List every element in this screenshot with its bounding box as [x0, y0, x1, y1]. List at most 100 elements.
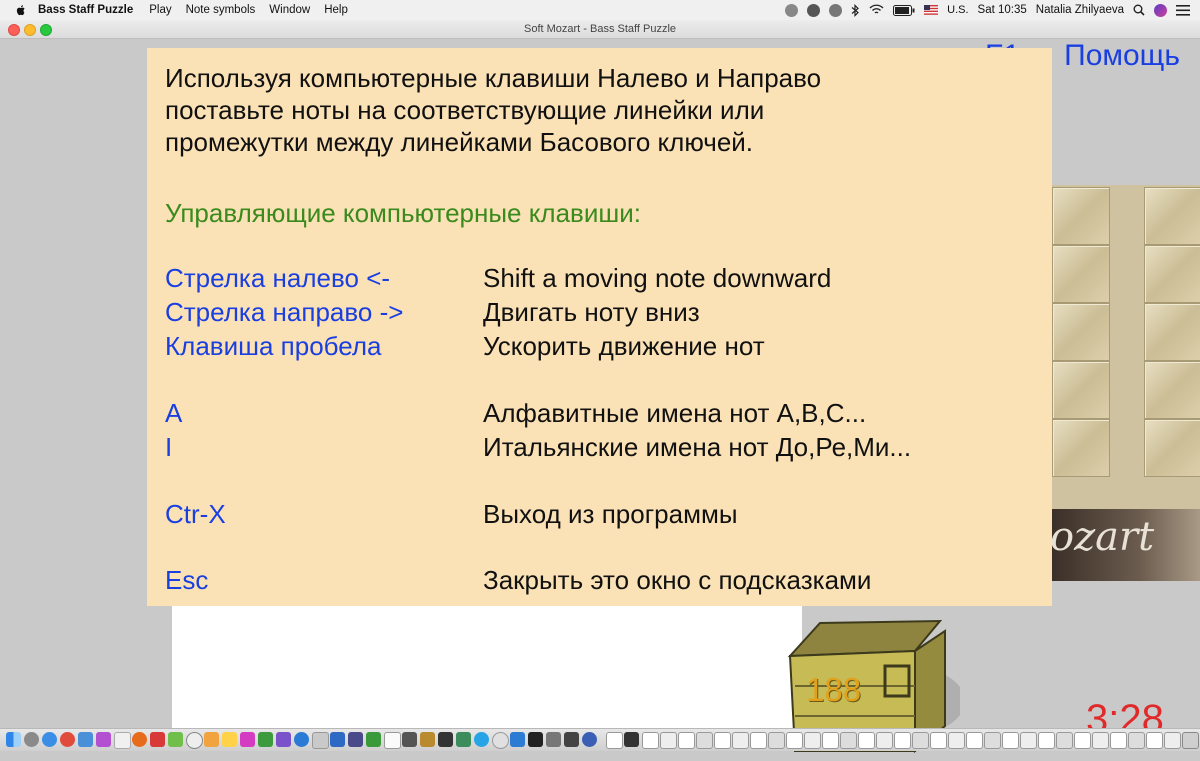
checkmark-icon[interactable]	[807, 3, 821, 17]
document-icon[interactable]	[1110, 732, 1127, 749]
document-icon[interactable]	[804, 732, 821, 749]
search-icon[interactable]	[1133, 4, 1145, 16]
terminal-icon[interactable]	[528, 732, 543, 747]
app-icon[interactable]	[204, 732, 219, 747]
chrome-icon[interactable]	[60, 732, 75, 747]
puzzle-tile[interactable]	[1144, 361, 1200, 419]
document-icon[interactable]	[1074, 732, 1091, 749]
launchpad-icon[interactable]	[24, 732, 39, 747]
document-icon[interactable]	[786, 732, 803, 749]
document-icon[interactable]	[660, 732, 677, 749]
document-icon[interactable]	[876, 732, 893, 749]
mail-icon[interactable]	[78, 732, 93, 747]
close-window-button[interactable]	[8, 24, 20, 36]
clock[interactable]: Sat 10:35	[978, 4, 1027, 16]
app-icon[interactable]	[438, 732, 453, 747]
document-icon[interactable]	[822, 732, 839, 749]
safari-icon[interactable]	[42, 732, 57, 747]
app-icon[interactable]	[384, 732, 401, 749]
app-icon[interactable]	[276, 732, 291, 747]
document-icon[interactable]	[1056, 732, 1073, 749]
us-flag-icon[interactable]	[924, 5, 939, 15]
notification-center-icon[interactable]	[1176, 4, 1190, 16]
app-icon[interactable]	[582, 732, 597, 747]
document-icon[interactable]	[606, 732, 623, 749]
menu-play[interactable]: Play	[149, 4, 171, 16]
document-icon[interactable]	[966, 732, 983, 749]
app-icon[interactable]	[420, 732, 435, 747]
document-icon[interactable]	[858, 732, 875, 749]
document-icon[interactable]	[732, 732, 749, 749]
menu-note-symbols[interactable]: Note symbols	[186, 4, 256, 16]
document-icon[interactable]	[1164, 732, 1181, 749]
app-icon[interactable]	[474, 732, 489, 747]
document-icon[interactable]	[930, 732, 947, 749]
document-icon[interactable]	[1092, 732, 1109, 749]
puzzle-tile[interactable]	[1144, 187, 1200, 245]
time-machine-icon[interactable]	[829, 3, 843, 17]
wifi-icon[interactable]	[869, 4, 884, 16]
help-link[interactable]: Помощь	[1064, 39, 1180, 73]
minimize-window-button[interactable]	[24, 24, 36, 36]
puzzle-tile[interactable]	[1052, 419, 1110, 477]
apple-icon[interactable]	[14, 3, 28, 17]
puzzle-tile[interactable]	[1144, 245, 1200, 303]
logo-text: ozart	[1050, 514, 1155, 560]
document-icon[interactable]	[912, 732, 929, 749]
document-icon[interactable]	[840, 732, 857, 749]
puzzle-tile[interactable]	[1144, 419, 1200, 477]
menu-window[interactable]: Window	[269, 4, 310, 16]
app-icon[interactable]	[366, 732, 381, 747]
app-icon[interactable]	[222, 732, 237, 747]
trash-icon[interactable]	[1182, 732, 1199, 749]
menu-app-name[interactable]: Bass Staff Puzzle	[38, 4, 133, 16]
document-icon[interactable]	[768, 732, 785, 749]
document-icon[interactable]	[1002, 732, 1019, 749]
document-icon[interactable]	[750, 732, 767, 749]
app-icon[interactable]	[312, 732, 329, 749]
puzzle-tile[interactable]	[1052, 245, 1110, 303]
document-icon[interactable]	[678, 732, 695, 749]
app-icon[interactable]	[240, 732, 255, 747]
app-icon[interactable]	[330, 732, 345, 747]
document-icon[interactable]	[1128, 732, 1145, 749]
app-icon[interactable]	[564, 732, 579, 747]
app-icon[interactable]	[96, 732, 111, 747]
firefox-icon[interactable]	[132, 732, 147, 747]
puzzle-tile[interactable]	[1052, 361, 1110, 419]
puzzle-tile[interactable]	[1052, 187, 1110, 245]
app-icon[interactable]	[402, 732, 417, 747]
app-icon[interactable]	[510, 732, 525, 747]
document-icon[interactable]	[1146, 732, 1163, 749]
document-icon[interactable]	[1038, 732, 1055, 749]
app-icon[interactable]	[150, 732, 165, 747]
app-icon[interactable]	[492, 732, 509, 749]
puzzle-tile[interactable]	[1144, 303, 1200, 361]
document-icon[interactable]	[714, 732, 731, 749]
input-source[interactable]: U.S.	[947, 4, 968, 16]
app-icon[interactable]	[456, 732, 471, 747]
document-icon[interactable]	[624, 732, 639, 747]
puzzle-tile[interactable]	[1052, 303, 1110, 361]
app-icon[interactable]	[294, 732, 309, 747]
app-icon[interactable]	[258, 732, 273, 747]
clock-icon[interactable]	[186, 732, 203, 749]
app-icon[interactable]	[114, 732, 131, 749]
document-icon[interactable]	[1020, 732, 1037, 749]
fullscreen-window-button[interactable]	[40, 24, 52, 36]
bluetooth-icon[interactable]	[851, 3, 860, 17]
record-icon[interactable]	[785, 3, 799, 17]
document-icon[interactable]	[948, 732, 965, 749]
document-icon[interactable]	[894, 732, 911, 749]
app-icon[interactable]	[546, 732, 561, 747]
user-name[interactable]: Natalia Zhilyaeva	[1036, 4, 1124, 16]
document-icon[interactable]	[984, 732, 1001, 749]
app-icon[interactable]	[348, 732, 363, 747]
battery-icon[interactable]	[893, 4, 915, 16]
app-icon[interactable]	[168, 732, 183, 747]
menu-help[interactable]: Help	[324, 4, 348, 16]
document-icon[interactable]	[696, 732, 713, 749]
finder-icon[interactable]	[6, 732, 21, 747]
document-icon[interactable]	[642, 732, 659, 749]
siri-icon[interactable]	[1154, 3, 1167, 17]
